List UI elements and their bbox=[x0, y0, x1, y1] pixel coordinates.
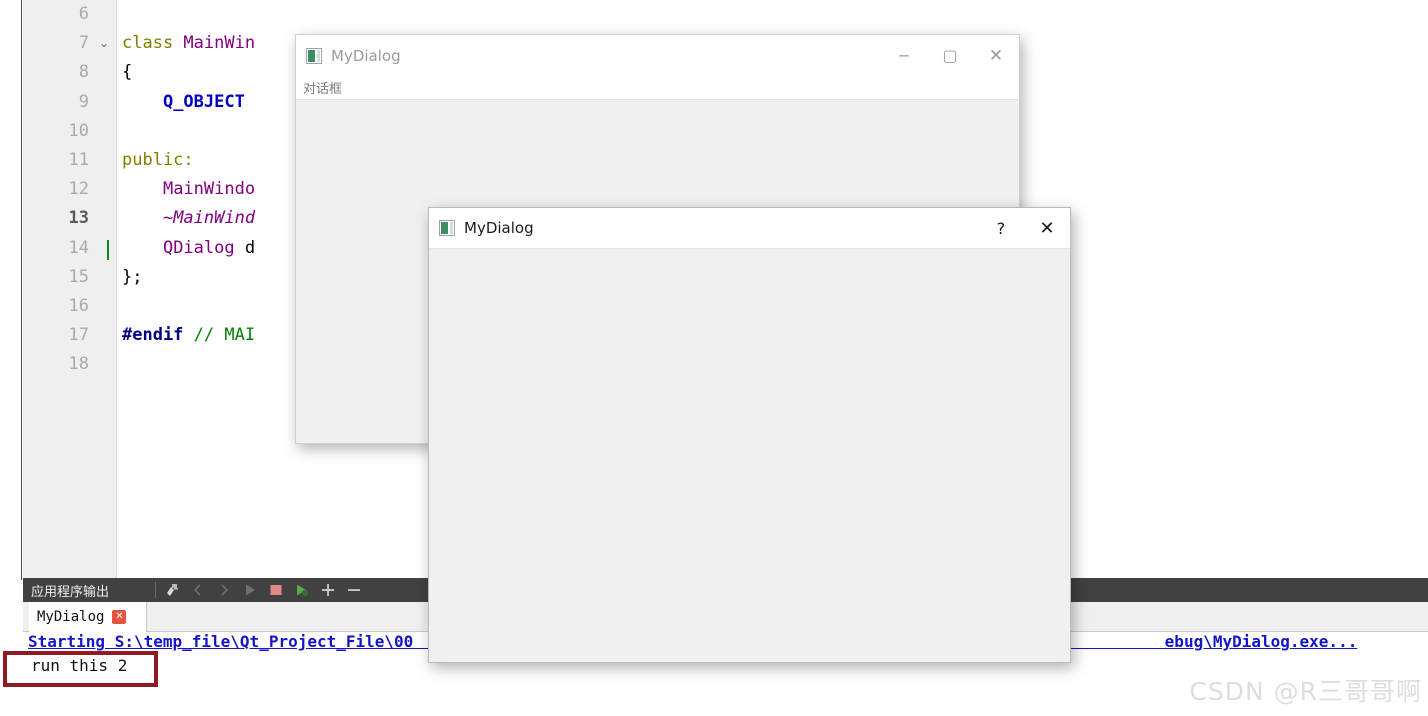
code-token: // MAI bbox=[193, 325, 256, 346]
line-number: 9 bbox=[78, 91, 89, 112]
line-number: 17 bbox=[68, 325, 89, 346]
code-token: MainWindo bbox=[162, 179, 256, 200]
line-number: 16 bbox=[68, 295, 89, 316]
line-number: 12 bbox=[68, 179, 89, 200]
toolbar-divider bbox=[155, 582, 157, 598]
text-caret bbox=[107, 239, 109, 260]
code-token: Q_OBJECT bbox=[162, 91, 245, 112]
dialog-front-title: MyDialog bbox=[464, 219, 534, 237]
code-token: d bbox=[244, 237, 256, 258]
dialog-front-body bbox=[429, 249, 1070, 662]
gutter-line: 7 ⌄ bbox=[23, 29, 116, 58]
code-text: MainWindo bbox=[122, 175, 255, 204]
line-number: 7 bbox=[78, 33, 89, 54]
code-token: { bbox=[122, 62, 133, 83]
line-number: 10 bbox=[68, 120, 89, 141]
code-token: public: bbox=[122, 149, 194, 170]
line-number: 15 bbox=[68, 266, 89, 287]
dialog-back-menubar[interactable]: 对话框 bbox=[296, 76, 1019, 100]
line-number: 14 bbox=[68, 237, 89, 258]
ide-left-sidebar bbox=[0, 0, 22, 580]
zoom-out-icon[interactable] bbox=[346, 582, 362, 598]
line-number: 6 bbox=[78, 4, 89, 24]
gutter-line: 11 bbox=[23, 146, 116, 175]
run-debug-icon[interactable] bbox=[294, 582, 310, 598]
code-text: #endif // MAI bbox=[122, 321, 255, 350]
line-number: 18 bbox=[68, 354, 89, 375]
code-line[interactable] bbox=[118, 0, 1428, 29]
next-item-icon[interactable] bbox=[216, 582, 232, 598]
gutter-line: 17 bbox=[23, 321, 116, 350]
app-window-icon bbox=[439, 220, 455, 236]
code-text: ~MainWind bbox=[122, 204, 255, 233]
stop-icon[interactable] bbox=[268, 582, 284, 598]
gutter-line: 8 bbox=[23, 58, 116, 87]
code-token: }; bbox=[122, 266, 143, 287]
gutter-line: 14 bbox=[23, 234, 116, 263]
line-number: 11 bbox=[68, 149, 89, 170]
code-text: }; bbox=[122, 263, 142, 292]
output-tab-label: MyDialog bbox=[37, 609, 105, 625]
close-icon[interactable]: ✕ bbox=[112, 610, 127, 624]
gutter-line: 12 bbox=[23, 175, 116, 204]
output-pane-toolbar[interactable] bbox=[164, 582, 362, 598]
gutter-line: 16 bbox=[23, 292, 116, 321]
close-button[interactable]: ✕ bbox=[1024, 208, 1070, 248]
gutter-line: 18 bbox=[23, 350, 116, 379]
zoom-in-icon[interactable] bbox=[320, 582, 336, 598]
gutter-line: 6 bbox=[23, 0, 116, 29]
gutter-line: 15 bbox=[23, 263, 116, 292]
minimize-button[interactable]: ─ bbox=[881, 35, 927, 76]
code-text: { bbox=[122, 58, 132, 87]
run-icon[interactable] bbox=[242, 582, 258, 598]
app-window-icon bbox=[306, 47, 322, 64]
code-token: QDialog bbox=[162, 237, 245, 258]
editor-gutter: 6 7 ⌄ 8 9 10 11 12 13 14 15 16 17 18 bbox=[23, 0, 117, 578]
code-text: public: bbox=[122, 146, 194, 175]
menu-item-dialog[interactable]: 对话框 bbox=[303, 78, 342, 97]
code-token: class bbox=[122, 33, 184, 54]
annotation-highlight-box bbox=[3, 651, 158, 687]
maximize-button[interactable]: ▢ bbox=[927, 35, 973, 76]
dialog-front-titlebar[interactable]: MyDialog ? ✕ bbox=[429, 208, 1070, 249]
line-number: 13 bbox=[68, 208, 89, 229]
dialog-window-front[interactable]: MyDialog ? ✕ bbox=[428, 207, 1071, 663]
gutter-line: 13 bbox=[23, 204, 116, 233]
dialog-front-window-controls[interactable]: ? ✕ bbox=[978, 208, 1070, 248]
dialog-back-window-controls[interactable]: ─ ▢ ✕ bbox=[881, 35, 1019, 76]
output-pane-title: 应用程序输出 bbox=[31, 584, 110, 600]
code-token: ~MainWind bbox=[162, 208, 256, 229]
fold-toggle-icon[interactable]: ⌄ bbox=[97, 29, 111, 58]
dialog-back-titlebar[interactable]: MyDialog ─ ▢ ✕ bbox=[296, 35, 1019, 76]
prev-item-icon[interactable] bbox=[190, 582, 206, 598]
output-tab-mydialog[interactable]: MyDialog ✕ bbox=[29, 602, 147, 632]
line-number: 8 bbox=[78, 62, 89, 83]
csdn-watermark: CSDN @R三哥哥啊 bbox=[1189, 677, 1422, 706]
gutter-line: 10 bbox=[23, 117, 116, 146]
code-text: Q_OBJECT bbox=[122, 88, 245, 117]
code-text: QDialog d bbox=[122, 234, 255, 263]
screen-root: 6 7 ⌄ 8 9 10 11 12 13 14 15 16 17 18 class MainWin{ Q… bbox=[0, 0, 1428, 716]
code-text: class MainWin bbox=[122, 29, 255, 58]
code-token: MainWin bbox=[183, 33, 256, 54]
help-button[interactable]: ? bbox=[978, 208, 1024, 248]
clear-pane-icon[interactable] bbox=[164, 582, 180, 598]
close-button[interactable]: ✕ bbox=[973, 35, 1019, 76]
gutter-line: 9 bbox=[23, 88, 116, 117]
dialog-back-title: MyDialog bbox=[331, 46, 401, 65]
code-token: #endif bbox=[122, 325, 194, 346]
